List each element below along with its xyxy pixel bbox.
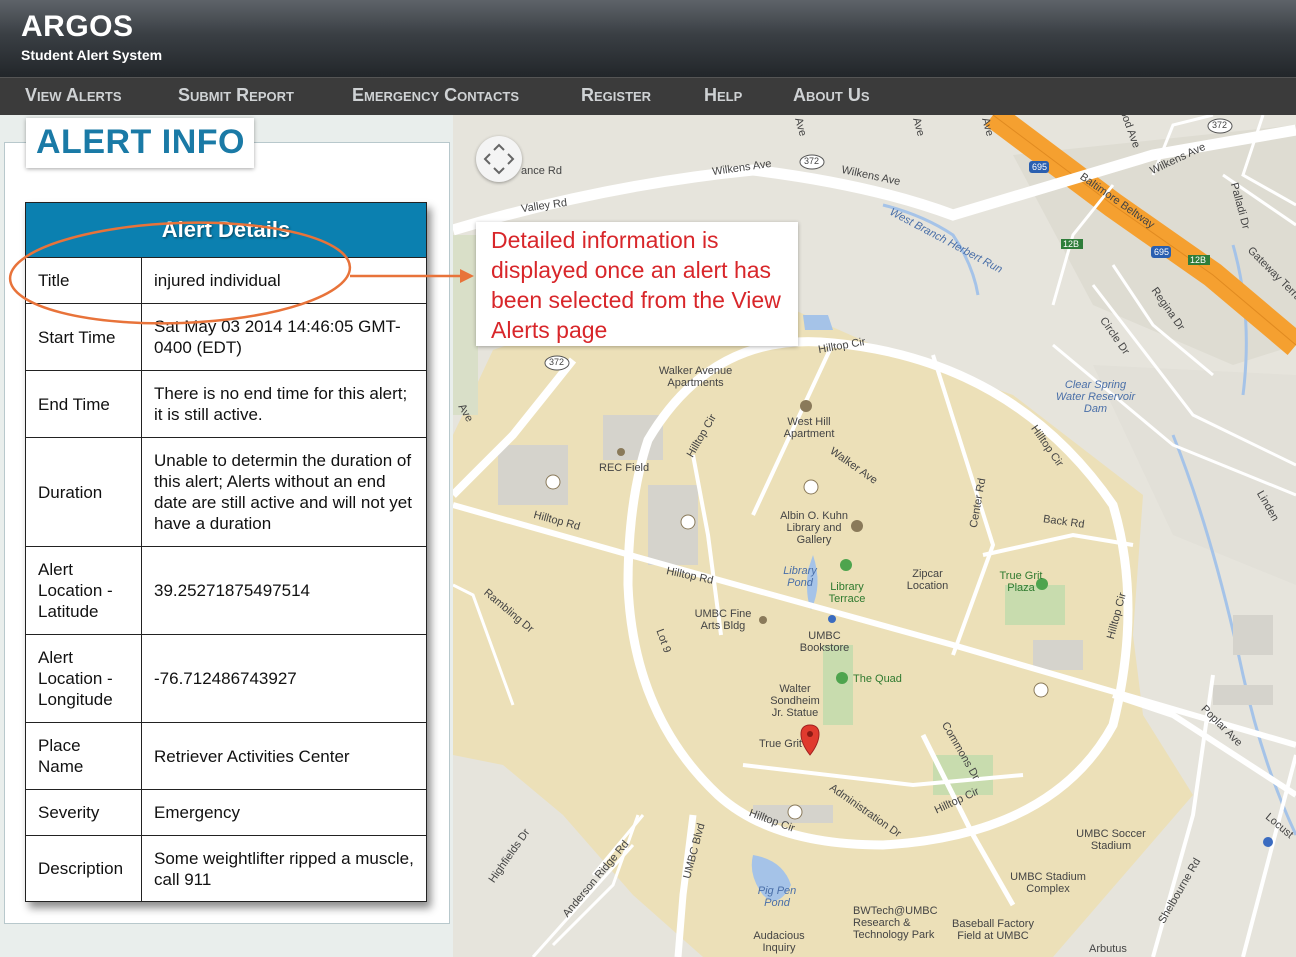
map-label: Audacious Inquiry (753, 930, 805, 954)
water (803, 315, 833, 330)
nav-about-us[interactable]: About Us (793, 85, 870, 106)
row-label: Alert Location - Longitude (25, 634, 142, 723)
nav-help[interactable]: Help (704, 85, 742, 106)
map-pan-control[interactable] (476, 136, 522, 182)
map-label: Albin O. Kuhn Library and Gallery (780, 510, 848, 546)
map-label: True Grit Plaza (999, 570, 1043, 594)
map-label: 12B (1063, 239, 1080, 249)
table-row: Alert Location - Latitude 39.25271875497… (25, 546, 427, 635)
table-row: Alert Location - Longitude -76.712486743… (25, 634, 427, 723)
table-row: Duration Unable to determin the duration… (25, 437, 427, 547)
map-label: Library Terrace (828, 581, 866, 605)
map-label: Pig Pen Pond (757, 885, 797, 909)
map-label: 695 (1154, 247, 1170, 257)
map-label: Baseball Factory Field at UMBC (952, 918, 1034, 942)
panel-title-box: ALERT INFO (26, 118, 254, 168)
nav-emergency-contacts[interactable]: Emergency Contacts (352, 85, 519, 106)
alert-details-table: Alert Details Title injured individual S… (25, 202, 427, 902)
table-row: Start Time Sat May 03 2014 14:46:05 GMT-… (25, 303, 427, 371)
app-subtitle: Student Alert System (21, 47, 163, 63)
map-label: 695 (1032, 162, 1048, 172)
row-value: -76.712486743927 (141, 634, 427, 723)
map-label: Walter Sondheim Jr. Statue (770, 683, 820, 719)
row-label: Start Time (25, 303, 142, 371)
map-label: UMBC Fine Arts Bldg (694, 608, 752, 632)
map-label: Zipcar Location (906, 568, 949, 592)
map-label: REC Field (599, 462, 650, 474)
app-header: ARGOS Student Alert System (0, 0, 1296, 77)
map-label: Walker Avenue Apartments (658, 365, 733, 389)
map-label: 12B (1190, 255, 1207, 265)
row-label: Alert Location - Latitude (25, 546, 142, 635)
row-label: Place Name (25, 722, 142, 790)
row-label: Severity (25, 789, 142, 836)
row-value: Retriever Activities Center (141, 722, 427, 790)
callout-text: Detailed information is displayed once a… (491, 227, 781, 343)
row-value: Unable to determin the duration of this … (141, 437, 427, 547)
table-header: Alert Details (25, 202, 427, 258)
map-label: UMBC Stadium Complex (1010, 871, 1086, 895)
map-label: The Quad (853, 673, 902, 685)
row-value: Sat May 03 2014 14:46:05 GMT-0400 (EDT) (141, 303, 427, 371)
row-label: Title (25, 257, 142, 304)
row-value: There is no end time for this alert; it … (141, 370, 427, 438)
table-row: Place Name Retriever Activities Center (25, 722, 427, 790)
row-label: Duration (25, 437, 142, 547)
row-value: Some weightlifter ripped a muscle, call … (141, 835, 427, 902)
map-label: Clear Spring Water Reservoir Dam (1055, 379, 1136, 415)
nav-view-alerts[interactable]: View Alerts (25, 85, 122, 106)
nav-submit-report[interactable]: Submit Report (178, 85, 294, 106)
row-label: Description (25, 835, 142, 902)
row-label: End Time (25, 370, 142, 438)
row-value: Emergency (141, 789, 427, 836)
map-label: ance Rd (521, 165, 562, 177)
map-label: Arbutus (1089, 943, 1127, 955)
table-row: End Time There is no end time for this a… (25, 370, 427, 438)
map-label: UMBC Soccer Stadium (1076, 828, 1146, 852)
map-label: 372 (1212, 120, 1228, 130)
row-value: 39.25271875497514 (141, 546, 427, 635)
panel-title: ALERT INFO (36, 123, 245, 161)
map-label: West Hill Apartment (783, 416, 835, 440)
map-label: UMBC Bookstore (799, 630, 850, 654)
pan-arrows-icon (483, 143, 515, 175)
map-label: Library Pond (783, 565, 817, 589)
table-row: Description Some weightlifter ripped a m… (25, 835, 427, 902)
table-row: Severity Emergency (25, 789, 427, 836)
map-label: BWTech@UMBC Research & Technology Park (853, 905, 938, 941)
table-row: Title injured individual (25, 257, 427, 304)
row-value: injured individual (141, 257, 427, 304)
app-title[interactable]: ARGOS (21, 10, 134, 44)
map-label: 372 (804, 156, 820, 166)
map-label: True Grit (759, 738, 802, 750)
main-nav: View Alerts Submit Report Emergency Cont… (0, 77, 1296, 115)
map-label: 372 (549, 357, 565, 367)
annotation-callout: Detailed information is displayed once a… (476, 222, 798, 346)
nav-register[interactable]: Register (581, 85, 651, 106)
